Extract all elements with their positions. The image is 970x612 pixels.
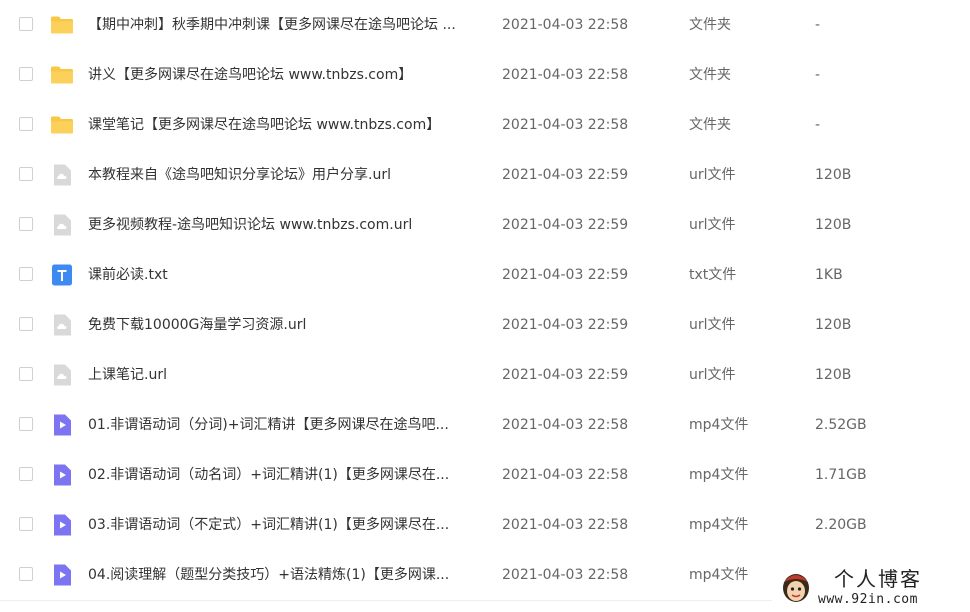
file-name[interactable]: 免费下载10000G海量学习资源.url [88,300,488,350]
video-file-icon [54,564,71,586]
video-file-icon [54,514,71,536]
file-type: url文件 [689,217,736,233]
file-type: mp4文件 [689,417,749,433]
row-checkbox[interactable] [19,17,33,31]
file-name[interactable]: 03.非谓语动词（不定式）+词汇精讲(1)【更多网课尽在... [88,500,488,550]
text-file-icon [52,264,72,286]
row-checkbox[interactable] [19,217,33,231]
modified-time: 2021-04-03 22:59 [502,267,629,283]
modified-time: 2021-04-03 22:58 [502,517,629,533]
folder-icon [51,66,73,84]
link-file-icon [54,214,71,236]
file-row[interactable]: 03.非谓语动词（不定式）+词汇精讲(1)【更多网课尽在... 2021-04-0… [0,500,970,550]
video-file-icon [54,414,71,436]
file-size: - [815,17,821,33]
file-name[interactable]: 课堂笔记【更多网课尽在途鸟吧论坛 www.tnbzs.com】 [88,100,488,150]
file-size: 120B [815,167,852,183]
video-file-icon [54,464,71,486]
file-name[interactable]: 本教程来自《途鸟吧知识分享论坛》用户分享.url [88,150,488,200]
file-row[interactable]: 讲义【更多网课尽在途鸟吧论坛 www.tnbzs.com】 2021-04-03 … [0,50,970,100]
file-row[interactable]: 本教程来自《途鸟吧知识分享论坛》用户分享.url 2021-04-03 22:59… [0,150,970,200]
folder-icon [51,116,73,134]
file-name[interactable]: 更多视频教程-途鸟吧知识论坛 www.tnbzs.com.url [88,200,488,250]
row-checkbox[interactable] [19,117,33,131]
file-type: 文件夹 [689,117,731,133]
file-type: url文件 [689,317,736,333]
modified-time: 2021-04-03 22:58 [502,567,629,583]
file-type: mp4文件 [689,467,749,483]
file-size: 120B [815,367,852,383]
row-checkbox[interactable] [19,417,33,431]
file-type: txt文件 [689,267,737,283]
file-row[interactable]: 01.非谓语动词（分词)+词汇精讲【更多网课尽在途鸟吧... 2021-04-03… [0,400,970,450]
avatar-icon [783,574,809,602]
row-checkbox[interactable] [19,67,33,81]
file-name[interactable]: 上课笔记.url [88,350,488,400]
row-checkbox[interactable] [19,317,33,331]
file-size: 120B [815,317,852,333]
file-size: - [815,67,821,83]
file-size: 120B [815,217,852,233]
file-name[interactable]: 【期中冲刺】秋季期中冲刺课【更多网课尽在途鸟吧论坛 ... [88,0,488,50]
file-name[interactable]: 课前必读.txt [88,250,488,300]
file-size: - [815,117,821,133]
link-file-icon [54,164,71,186]
folder-icon [51,16,73,34]
modified-time: 2021-04-03 22:58 [502,17,629,33]
modified-time: 2021-04-03 22:59 [502,317,629,333]
file-type: url文件 [689,367,736,383]
file-size: 2.20GB [815,517,867,533]
modified-time: 2021-04-03 22:59 [502,167,629,183]
watermark-title: 个人博客 [834,567,922,591]
file-type: 文件夹 [689,67,731,83]
file-name[interactable]: 讲义【更多网课尽在途鸟吧论坛 www.tnbzs.com】 [88,50,488,100]
file-row[interactable]: 02.非谓语动词（动名词）+词汇精讲(1)【更多网课尽在... 2021-04-0… [0,450,970,500]
row-checkbox[interactable] [19,167,33,181]
watermark-url: www.92in.com [818,592,918,607]
modified-time: 2021-04-03 22:59 [502,217,629,233]
file-list: 04.阅读理解（题型分类技巧）+语法精炼(1)【更多网课... 2021-04-0… [0,0,970,612]
link-file-icon [54,364,71,386]
file-type: url文件 [689,167,736,183]
file-row[interactable]: 课前必读.txt 2021-04-03 22:59 txt文件 1KB [0,250,970,300]
modified-time: 2021-04-03 22:58 [502,467,629,483]
file-size: 2.52GB [815,417,867,433]
file-type: 文件夹 [689,17,731,33]
file-row[interactable]: 上课笔记.url 2021-04-03 22:59 url文件 120B [0,350,970,400]
file-row[interactable]: 课堂笔记【更多网课尽在途鸟吧论坛 www.tnbzs.com】 2021-04-0… [0,100,970,150]
file-name[interactable]: 01.非谓语动词（分词)+词汇精讲【更多网课尽在途鸟吧... [88,400,488,450]
modified-time: 2021-04-03 22:58 [502,417,629,433]
file-size: 1.71GB [815,467,867,483]
link-file-icon [54,314,71,336]
modified-time: 2021-04-03 22:59 [502,367,629,383]
file-row[interactable]: 免费下载10000G海量学习资源.url 2021-04-03 22:59 url文… [0,300,970,350]
row-checkbox[interactable] [19,267,33,281]
file-row[interactable]: 更多视频教程-途鸟吧知识论坛 www.tnbzs.com.url 2021-04-… [0,200,970,250]
row-checkbox[interactable] [19,517,33,531]
watermark: 个人博客 www.92in.com [772,562,970,612]
file-type: mp4文件 [689,567,749,583]
file-type: mp4文件 [689,517,749,533]
modified-time: 2021-04-03 22:58 [502,117,629,133]
file-row[interactable]: 【期中冲刺】秋季期中冲刺课【更多网课尽在途鸟吧论坛 ... 2021-04-03 … [0,0,970,50]
modified-time: 2021-04-03 22:58 [502,67,629,83]
row-checkbox[interactable] [19,467,33,481]
file-name[interactable]: 04.阅读理解（题型分类技巧）+语法精炼(1)【更多网课... [88,550,488,600]
file-size: 1KB [815,267,843,283]
row-checkbox[interactable] [19,367,33,381]
file-name[interactable]: 02.非谓语动词（动名词）+词汇精讲(1)【更多网课尽在... [88,450,488,500]
row-checkbox[interactable] [19,567,33,581]
